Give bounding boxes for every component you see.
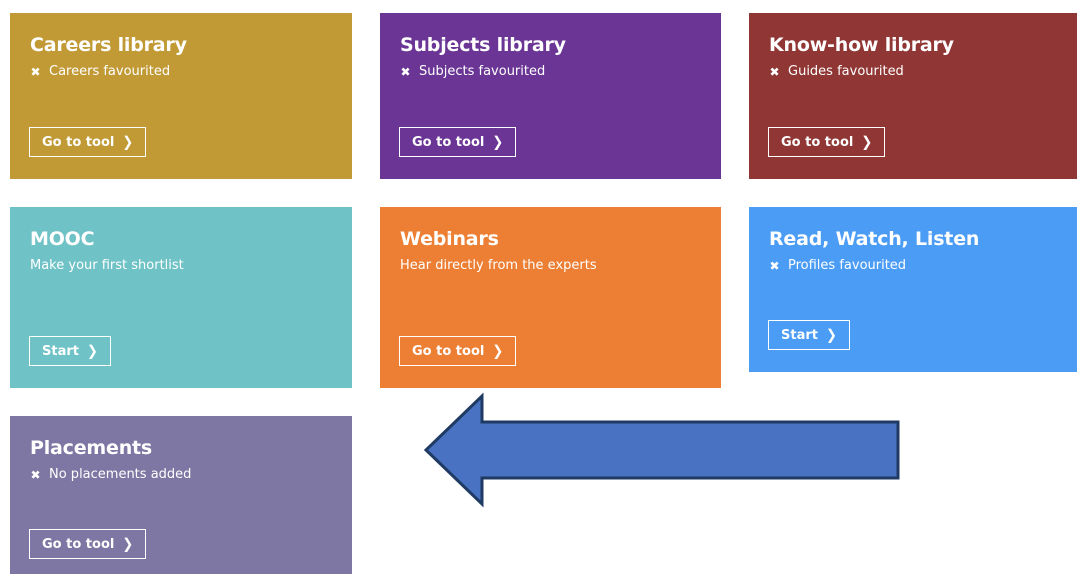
tile-title: Read, Watch, Listen [769, 228, 980, 250]
tile-subjects-library: Subjects library ✖ Subjects favourited G… [380, 13, 721, 179]
chevron-right-icon: ❯ [825, 326, 837, 344]
tile-status: ✖ Guides favourited [769, 63, 1057, 81]
tile-status: ✖ Subjects favourited [400, 63, 701, 81]
tile-status-text: Careers favourited [49, 64, 171, 79]
tile-title: Placements [30, 437, 153, 459]
tile-status: Hear directly from the experts [400, 257, 701, 275]
chevron-right-icon: ❯ [492, 133, 504, 151]
tile-title: Webinars [400, 228, 499, 250]
button-label: Start [42, 343, 79, 359]
chevron-right-icon: ❯ [492, 342, 504, 360]
button-label: Start [781, 327, 818, 343]
chevron-right-icon: ❯ [122, 133, 134, 151]
tile-read-watch-listen: Read, Watch, Listen ✖ Profiles favourite… [749, 207, 1077, 372]
rwl-start-button[interactable]: Start ❯ [768, 320, 850, 350]
tile-status-text: No placements added [49, 467, 192, 482]
tile-status-text: Profiles favourited [788, 258, 907, 273]
tile-status-text: Guides favourited [788, 64, 904, 79]
tile-placements: Placements ✖ No placements added Go to t… [10, 416, 352, 574]
chevron-right-icon: ❯ [861, 133, 873, 151]
button-label: Go to tool [412, 343, 485, 359]
tile-status: Make your first shortlist [30, 257, 332, 275]
tile-status-text: Hear directly from the experts [400, 258, 597, 273]
x-icon: ✖ [30, 65, 41, 79]
tile-status-text: Make your first shortlist [30, 258, 184, 273]
tile-know-how-library: Know-how library ✖ Guides favourited Go … [749, 13, 1077, 179]
tile-status: ✖ No placements added [30, 466, 332, 484]
knowhow-go-to-tool-button[interactable]: Go to tool ❯ [768, 127, 886, 157]
subjects-go-to-tool-button[interactable]: Go to tool ❯ [399, 127, 517, 157]
placements-go-to-tool-button[interactable]: Go to tool ❯ [29, 529, 147, 559]
tile-webinars: Webinars Hear directly from the experts … [380, 207, 721, 388]
x-icon: ✖ [769, 259, 780, 273]
button-label: Go to tool [42, 536, 115, 552]
tile-mooc: MOOC Make your first shortlist Start ❯ [10, 207, 352, 388]
tile-status-text: Subjects favourited [419, 64, 546, 79]
tile-status: ✖ Profiles favourited [769, 257, 1057, 275]
button-label: Go to tool [412, 134, 485, 150]
tile-title: Careers library [30, 34, 187, 56]
chevron-right-icon: ❯ [86, 342, 98, 360]
x-icon: ✖ [769, 65, 780, 79]
button-label: Go to tool [781, 134, 854, 150]
careers-go-to-tool-button[interactable]: Go to tool ❯ [29, 127, 147, 157]
tile-status: ✖ Careers favourited [30, 63, 332, 81]
tile-title: Know-how library [769, 34, 954, 56]
annotation-arrow-shape [423, 392, 900, 508]
x-icon: ✖ [400, 65, 411, 79]
tile-careers-library: Careers library ✖ Careers favourited Go … [10, 13, 352, 179]
annotation-arrow [423, 392, 900, 508]
chevron-right-icon: ❯ [122, 535, 134, 553]
mooc-start-button[interactable]: Start ❯ [29, 336, 111, 366]
webinars-go-to-tool-button[interactable]: Go to tool ❯ [399, 336, 517, 366]
tile-title: MOOC [30, 228, 95, 250]
x-icon: ✖ [30, 468, 41, 482]
button-label: Go to tool [42, 134, 115, 150]
tile-title: Subjects library [400, 34, 566, 56]
